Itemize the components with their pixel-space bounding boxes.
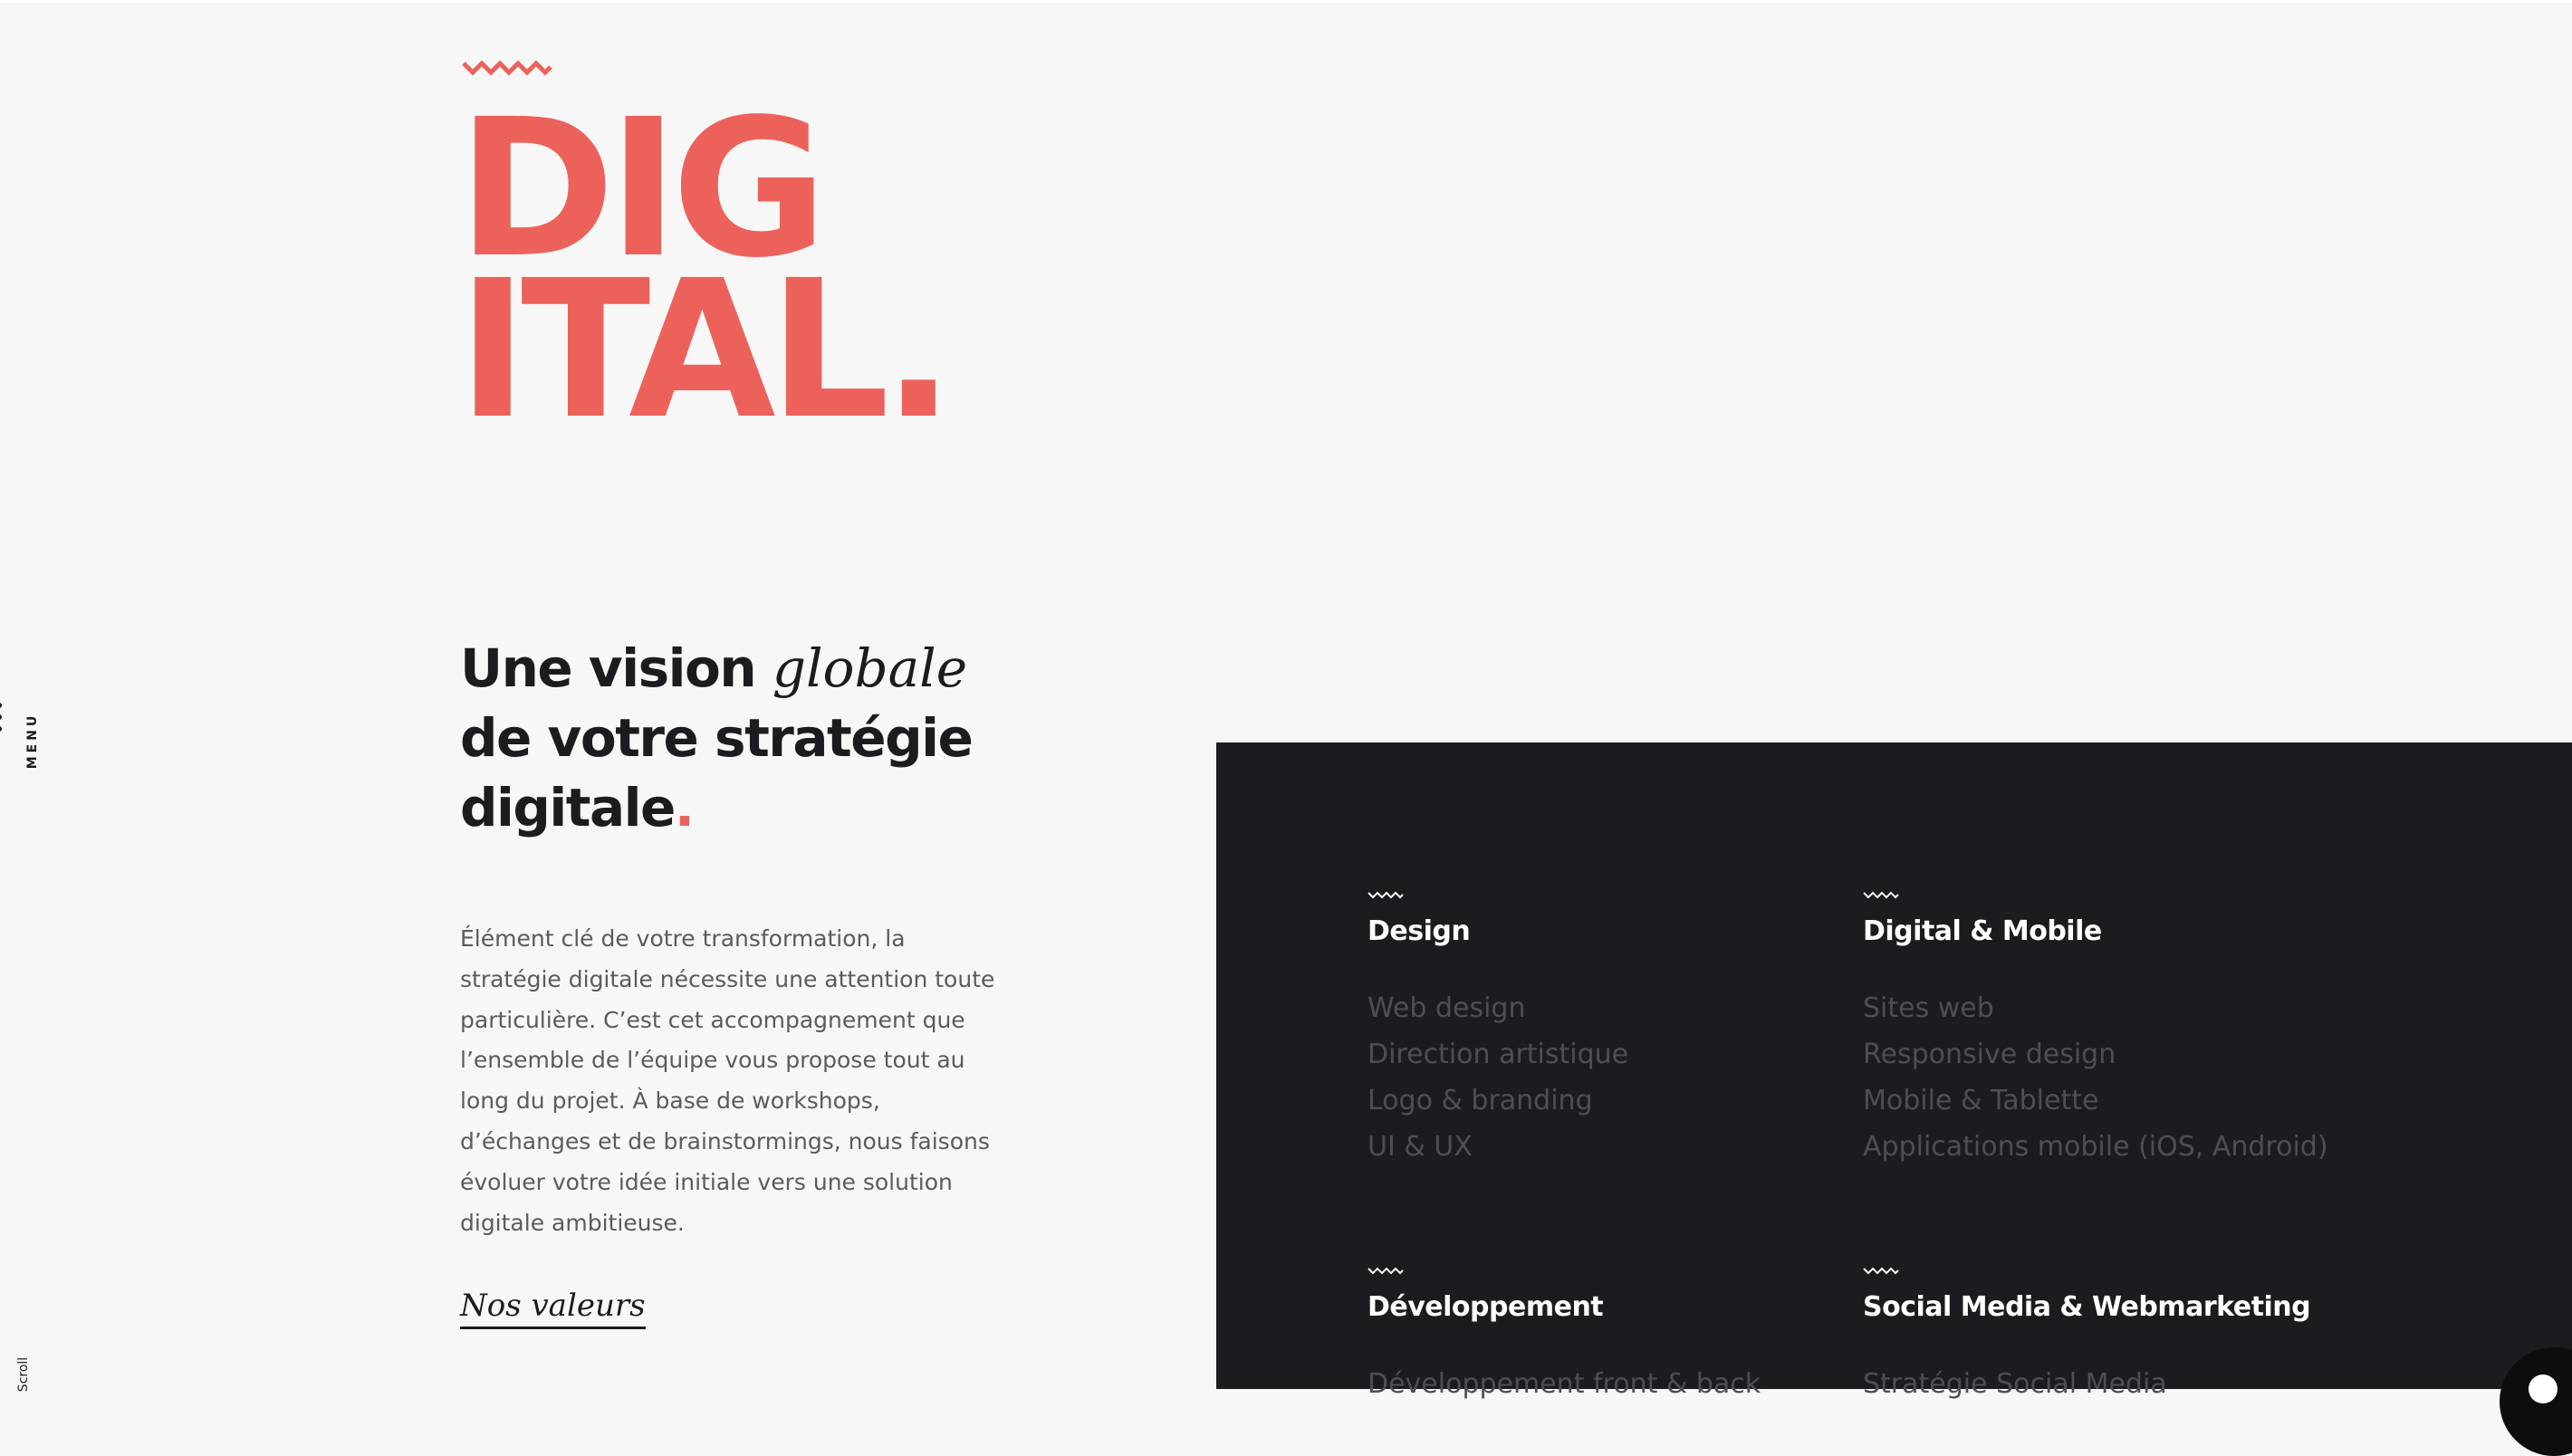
vision-italic: globale (772, 637, 968, 699)
service-design: Design Web design Direction artistique L… (1368, 890, 1628, 1170)
intro-paragraph: Élément clé de votre transformation, la … (460, 925, 995, 1236)
side-menu[interactable]: MENU (0, 670, 72, 779)
service-item[interactable]: Responsive design (1863, 1031, 2328, 1078)
service-item[interactable]: Stratégie Social Media (1863, 1361, 2310, 1407)
zigzag-icon (1368, 1267, 1404, 1275)
service-title: Design (1368, 915, 1471, 947)
service-digital-mobile: Digital & Mobile Sites web Responsive de… (1863, 890, 2328, 1170)
service-title: Développement (1368, 1291, 1604, 1323)
services-panel: Design Web design Direction artistique L… (1216, 742, 2572, 1400)
vision-text-3: digitale (460, 777, 676, 838)
service-item[interactable]: Web design (1368, 985, 1628, 1031)
scroll-label: Scroll (16, 1356, 31, 1393)
service-social-media: Social Media & Webmarketing Stratégie So… (1863, 1266, 2311, 1407)
vision-text-1: Une vision (460, 637, 773, 699)
zigzag-icon (1863, 1267, 1899, 1275)
service-item[interactable]: UI & UX (1368, 1124, 1628, 1170)
service-developpement: Développement Développement front & back (1368, 1266, 1761, 1407)
service-item[interactable]: Mobile & Tablette (1863, 1078, 2328, 1124)
top-border (0, 0, 2572, 3)
service-list: Stratégie Social Media (1863, 1361, 2310, 1407)
service-item[interactable]: Logo & branding (1368, 1078, 1628, 1124)
hero-title-line-2: ITAL. (457, 239, 955, 461)
service-list: Sites web Responsive design Mobile & Tab… (1863, 985, 2328, 1170)
menu-label[interactable]: MENU (25, 713, 40, 770)
hero-title: DIG ITAL. (457, 94, 955, 461)
service-item[interactable]: Développement front & back (1368, 1361, 1761, 1407)
vision-dot: . (674, 777, 695, 838)
vision-text-2: de votre stratégie (460, 707, 974, 769)
service-title: Social Media & Webmarketing (1863, 1291, 2311, 1323)
zigzag-icon (1863, 891, 1899, 899)
vision-heading: Une vision globale de votre stratégie di… (460, 634, 1040, 843)
service-title: Digital & Mobile (1863, 915, 2102, 947)
service-list: Développement front & back (1368, 1361, 1761, 1407)
zigzag-icon (462, 60, 552, 76)
service-item[interactable]: Sites web (1863, 985, 2328, 1031)
service-list: Web design Direction artistique Logo & b… (1368, 985, 1628, 1170)
zigzag-icon (1368, 891, 1404, 899)
nos-valeurs-link[interactable]: Nos valeurs (460, 1288, 646, 1329)
service-item[interactable]: Direction artistique (1368, 1031, 1628, 1078)
service-item[interactable]: Applications mobile (iOS, Android) (1863, 1124, 2328, 1170)
menu-dots-icon[interactable] (0, 703, 2, 738)
